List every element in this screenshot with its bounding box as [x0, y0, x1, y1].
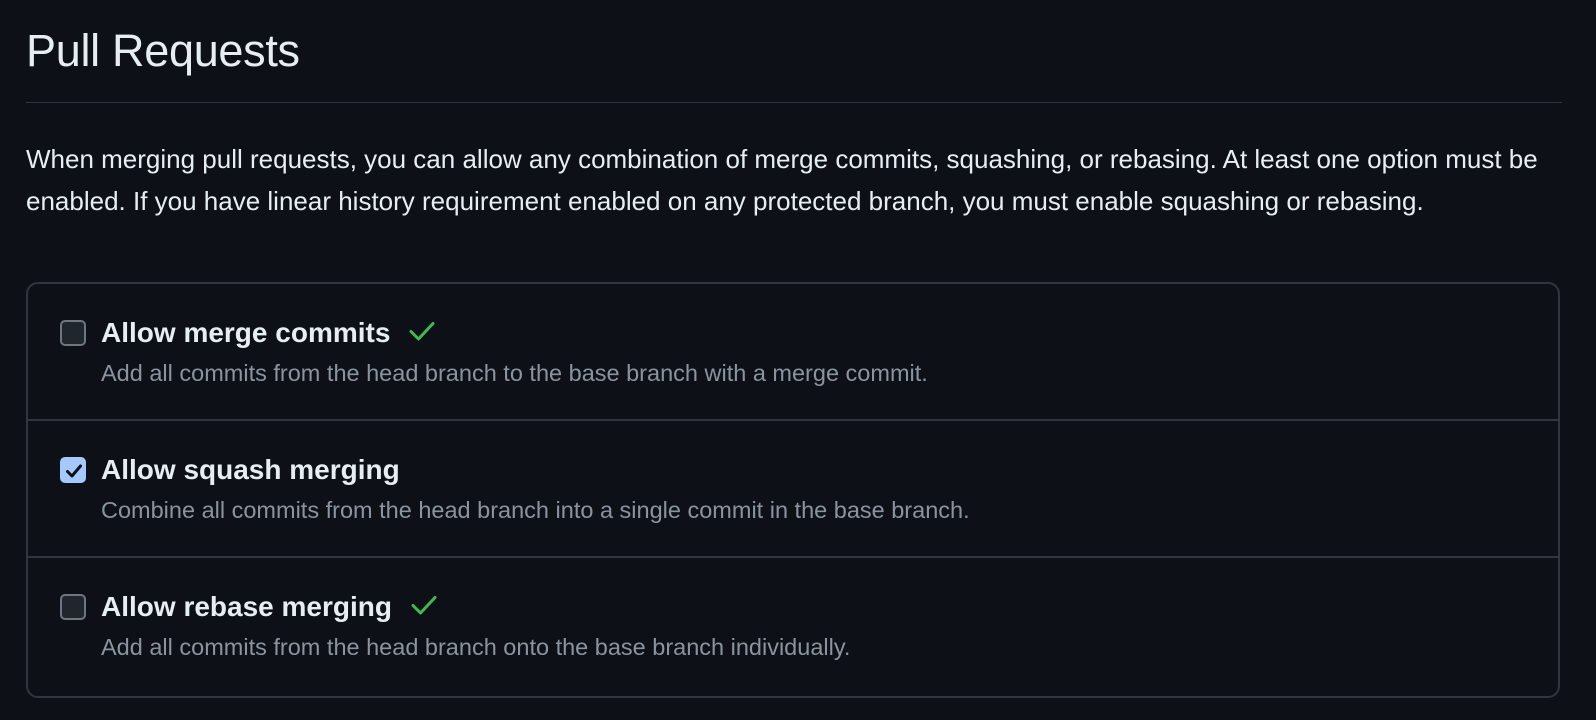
rebase-merging-checkbox[interactable]	[60, 594, 86, 620]
section-description: When merging pull requests, you can allo…	[26, 144, 1538, 216]
option-allow-rebase-merging[interactable]: Allow rebase merging Add all commits fro…	[28, 558, 1558, 695]
squash-merging-label[interactable]: Allow squash merging	[101, 454, 400, 485]
checkmark-icon	[66, 464, 82, 478]
merge-commits-description: Add all commits from the head branch to …	[101, 360, 928, 386]
section-title: Pull Requests	[26, 25, 300, 76]
squash-merging-description: Combine all commits from the head branch…	[101, 497, 970, 523]
rebase-merging-label-wrap[interactable]: Allow rebase merging	[101, 590, 438, 624]
merge-commits-label-wrap[interactable]: Allow merge commits	[101, 316, 436, 350]
option-allow-merge-commits[interactable]: Allow merge commits Add all commits from…	[28, 284, 1558, 421]
merge-options-box: Allow merge commits Add all commits from…	[26, 282, 1560, 698]
divider	[26, 102, 1562, 103]
option-allow-squash-merging[interactable]: Allow squash merging Combine all commits…	[28, 421, 1558, 558]
check-icon	[410, 590, 438, 624]
squash-merging-label-wrap[interactable]: Allow squash merging	[101, 453, 400, 487]
merge-commits-label[interactable]: Allow merge commits	[101, 317, 390, 348]
squash-merging-checkbox[interactable]	[60, 457, 86, 483]
merge-commits-checkbox[interactable]	[60, 320, 86, 346]
check-icon	[408, 316, 436, 350]
pull-requests-settings: Pull Requests When merging pull requests…	[26, 0, 1562, 222]
rebase-merging-label[interactable]: Allow rebase merging	[101, 591, 392, 622]
rebase-merging-description: Add all commits from the head branch ont…	[101, 634, 851, 660]
